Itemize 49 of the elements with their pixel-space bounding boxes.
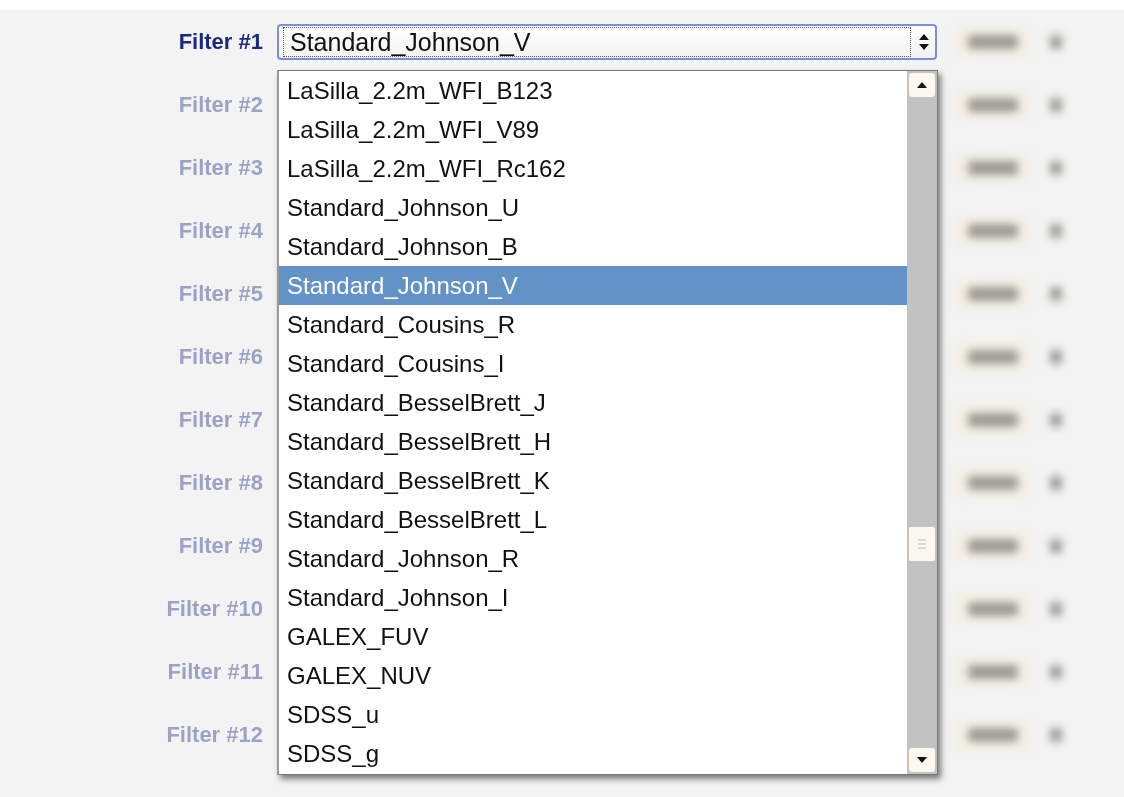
blurred-control [1050,97,1062,112]
blurred-control [1050,349,1062,364]
grip-icon [917,538,927,550]
filter-label: Filter #10 [165,595,263,622]
filter-select[interactable]: Standard_Johnson_V [277,23,937,60]
dropdown-option[interactable]: Standard_Johnson_R [279,539,907,578]
blurred-control [1050,412,1062,427]
filter-label: Filter #2 [177,91,263,118]
blurred-control [1050,160,1062,175]
blurred-control [1050,601,1062,616]
down-arrow-icon [916,756,928,764]
dropdown-option[interactable]: Standard_Cousins_I [279,344,907,383]
blurred-control [1050,223,1062,238]
blurred-control [1050,664,1062,679]
blurred-control [1050,34,1062,49]
blurred-control [1050,475,1062,490]
dropdown-option[interactable]: LaSilla_2.2m_WFI_B123 [279,71,907,110]
filter-label: Filter #11 [166,658,263,685]
up-arrow-icon [916,81,928,89]
filter-label: Filter #7 [177,406,263,433]
filter-label: Filter #12 [165,721,263,748]
dropdown-option[interactable]: SDSS_g [279,734,907,773]
blurred-control [1050,286,1062,301]
dropdown-option[interactable]: GALEX_FUV [279,617,907,656]
dropdown-option[interactable]: Standard_Cousins_R [279,305,907,344]
dropdown-option[interactable]: Standard_BesselBrett_L [279,500,907,539]
dropdown-option[interactable]: Standard_Johnson_B [279,227,907,266]
filter-label: Filter #1 [177,28,263,55]
filter-label: Filter #8 [177,469,263,496]
filter-label: Filter #4 [177,217,263,244]
filter-label: Filter #5 [177,280,263,307]
dropdown-option[interactable]: LaSilla_2.2m_WFI_V89 [279,110,907,149]
scroll-up-button[interactable] [908,72,936,98]
dropdown-option[interactable]: Standard_Johnson_I [279,578,907,617]
filter-label: Filter #9 [177,532,263,559]
dropdown-option[interactable]: LaSilla_2.2m_WFI_Rc162 [279,149,907,188]
scroll-down-button[interactable] [908,747,936,773]
blurred-control [1050,727,1062,742]
dropdown-option[interactable]: Standard_BesselBrett_H [279,422,907,461]
blurred-control [1050,538,1062,553]
dropdown-option[interactable]: SDSS_u [279,695,907,734]
scroll-thumb[interactable] [908,526,936,562]
dropdown-option[interactable]: Standard_BesselBrett_K [279,461,907,500]
scrollbar[interactable] [907,71,937,774]
dropdown-option[interactable]: Standard_BesselBrett_J [279,383,907,422]
dropdown-option[interactable]: Standard_Johnson_U [279,188,907,227]
filter-label: Filter #3 [177,154,263,181]
dropdown-option[interactable]: GALEX_NUV [279,656,907,695]
filter-label: Filter #6 [177,343,263,370]
